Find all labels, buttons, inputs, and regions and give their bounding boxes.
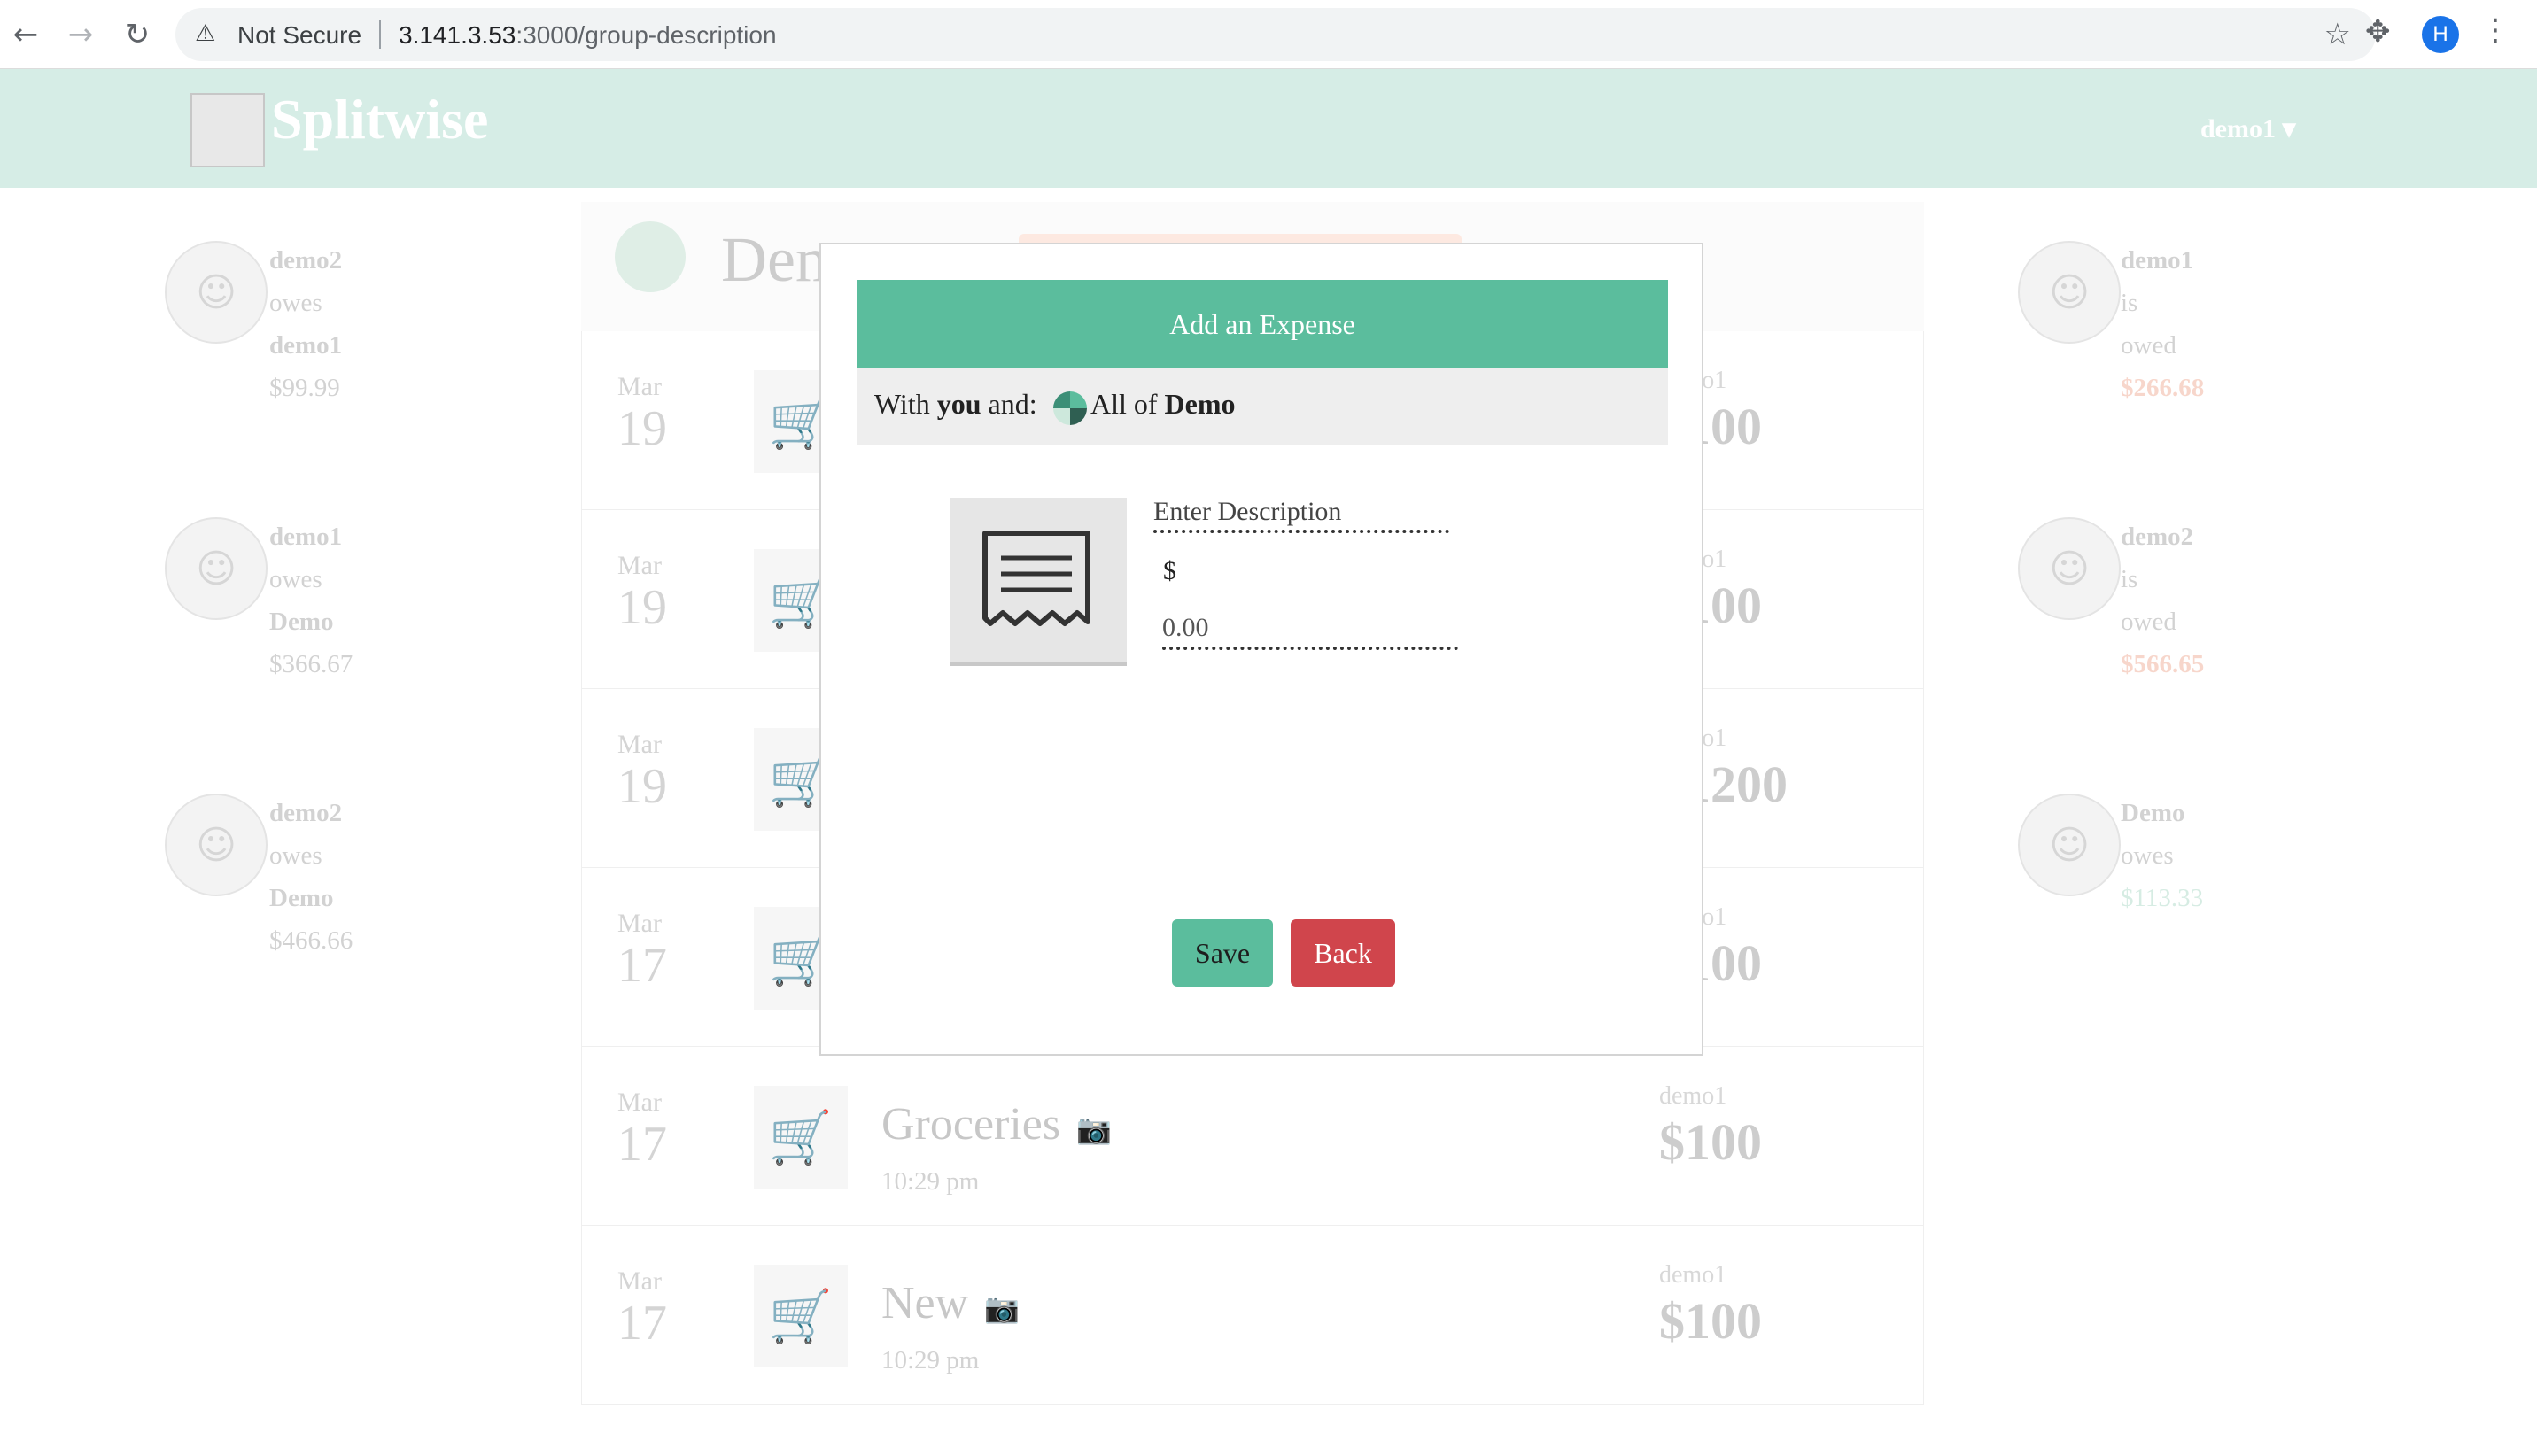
balance-entry: Demo owes $113.33 [2121,799,2204,912]
expense-payer: demo1 [1659,1261,1727,1289]
balance-entry: demo2 owes Demo $466.66 [269,799,353,955]
balance-entry: demo1 owes Demo $366.67 [269,523,353,678]
forward-arrow-icon[interactable]: → [58,12,103,57]
expense-month: Mar [617,551,662,580]
avatar: ☺ [165,241,268,344]
amount-input[interactable] [1162,609,1458,650]
bookmark-star-icon[interactable]: ☆ [2324,17,2351,52]
expense-month: Mar [617,1266,662,1296]
avatar: ☺ [2018,241,2121,344]
expense-payer: demo1 [1659,1082,1727,1110]
address-bar[interactable]: ⚠ Not Secure 3.141.3.53:3000/group-descr… [175,8,2376,61]
expense-month: Mar [617,1088,662,1117]
receipt-icon[interactable] [950,498,1127,666]
expense-day: 17 [617,1296,667,1351]
brand-name[interactable]: Splitwise [271,87,488,152]
security-label: Not Secure [237,21,362,49]
url-text: 3.141.3.53:3000/group-description [399,21,777,49]
expense-row[interactable]: Mar 17 🛒 New 📷 10:29 pm demo1 $100 [581,1226,1924,1405]
warning-icon: ⚠ [195,20,216,47]
add-expense-modal: Add an Expense With you and: All of Demo… [819,243,1703,1056]
logo-icon[interactable] [190,93,265,167]
profile-avatar[interactable]: H [2422,16,2459,53]
balance-entry: demo2 owes demo1 $99.99 [269,246,343,402]
expense-time: 10:29 pm [881,1167,980,1196]
avatar: ☺ [165,517,268,620]
expense-title: Groceries 📷 [881,1099,1112,1150]
participants-bar: With you and: All of Demo [857,368,1668,445]
expense-month: Mar [617,909,662,938]
back-button[interactable]: Back [1291,919,1395,987]
description-input[interactable] [1153,494,1449,533]
shopping-cart-icon: 🛒 [754,1086,848,1189]
group-chip[interactable]: All of Demo [1090,388,1236,421]
with-label: With you and: [874,388,1037,420]
avatar: ☺ [165,794,268,896]
camera-icon: 📷 [984,1291,1020,1325]
expense-day: 19 [617,401,667,456]
expense-day: 19 [617,759,667,814]
group-icon [1053,391,1087,425]
back-arrow-icon[interactable]: ← [4,12,48,57]
reload-icon[interactable]: ↻ [115,12,159,57]
expense-title: New 📷 [881,1278,1020,1328]
avatar: ☺ [2018,517,2121,620]
expense-row[interactable]: Mar 17 🛒 Groceries 📷 10:29 pm demo1 $100 [581,1047,1924,1226]
expense-amount: $100 [1659,1292,1762,1350]
browser-toolbar: ← → ↻ ⚠ Not Secure 3.141.3.53:3000/group… [0,0,2537,69]
modal-title: Add an Expense [857,280,1668,368]
extensions-puzzle-icon[interactable]: ✥ [2365,14,2391,50]
app-header: Splitwise demo1 ▾ [0,69,2537,188]
expense-day: 19 [617,580,667,635]
save-button[interactable]: Save [1172,919,1273,987]
shopping-cart-icon: 🛒 [754,1265,848,1367]
user-menu[interactable]: demo1 ▾ [2200,113,2296,144]
expense-time: 10:29 pm [881,1346,980,1375]
expense-day: 17 [617,1117,667,1172]
group-icon [615,221,686,292]
expense-month: Mar [617,730,662,759]
currency-symbol: $ [1163,556,1176,585]
balance-entry: demo1 is owed $266.68 [2121,246,2205,402]
more-menu-icon[interactable]: ⋮ [2480,12,2510,48]
expense-amount: $100 [1659,1113,1762,1171]
avatar: ☺ [2018,794,2121,896]
expense-day: 17 [617,938,667,993]
camera-icon: 📷 [1076,1112,1112,1146]
expense-month: Mar [617,372,662,401]
divider [379,20,381,49]
balance-entry: demo2 is owed $566.65 [2121,523,2205,678]
